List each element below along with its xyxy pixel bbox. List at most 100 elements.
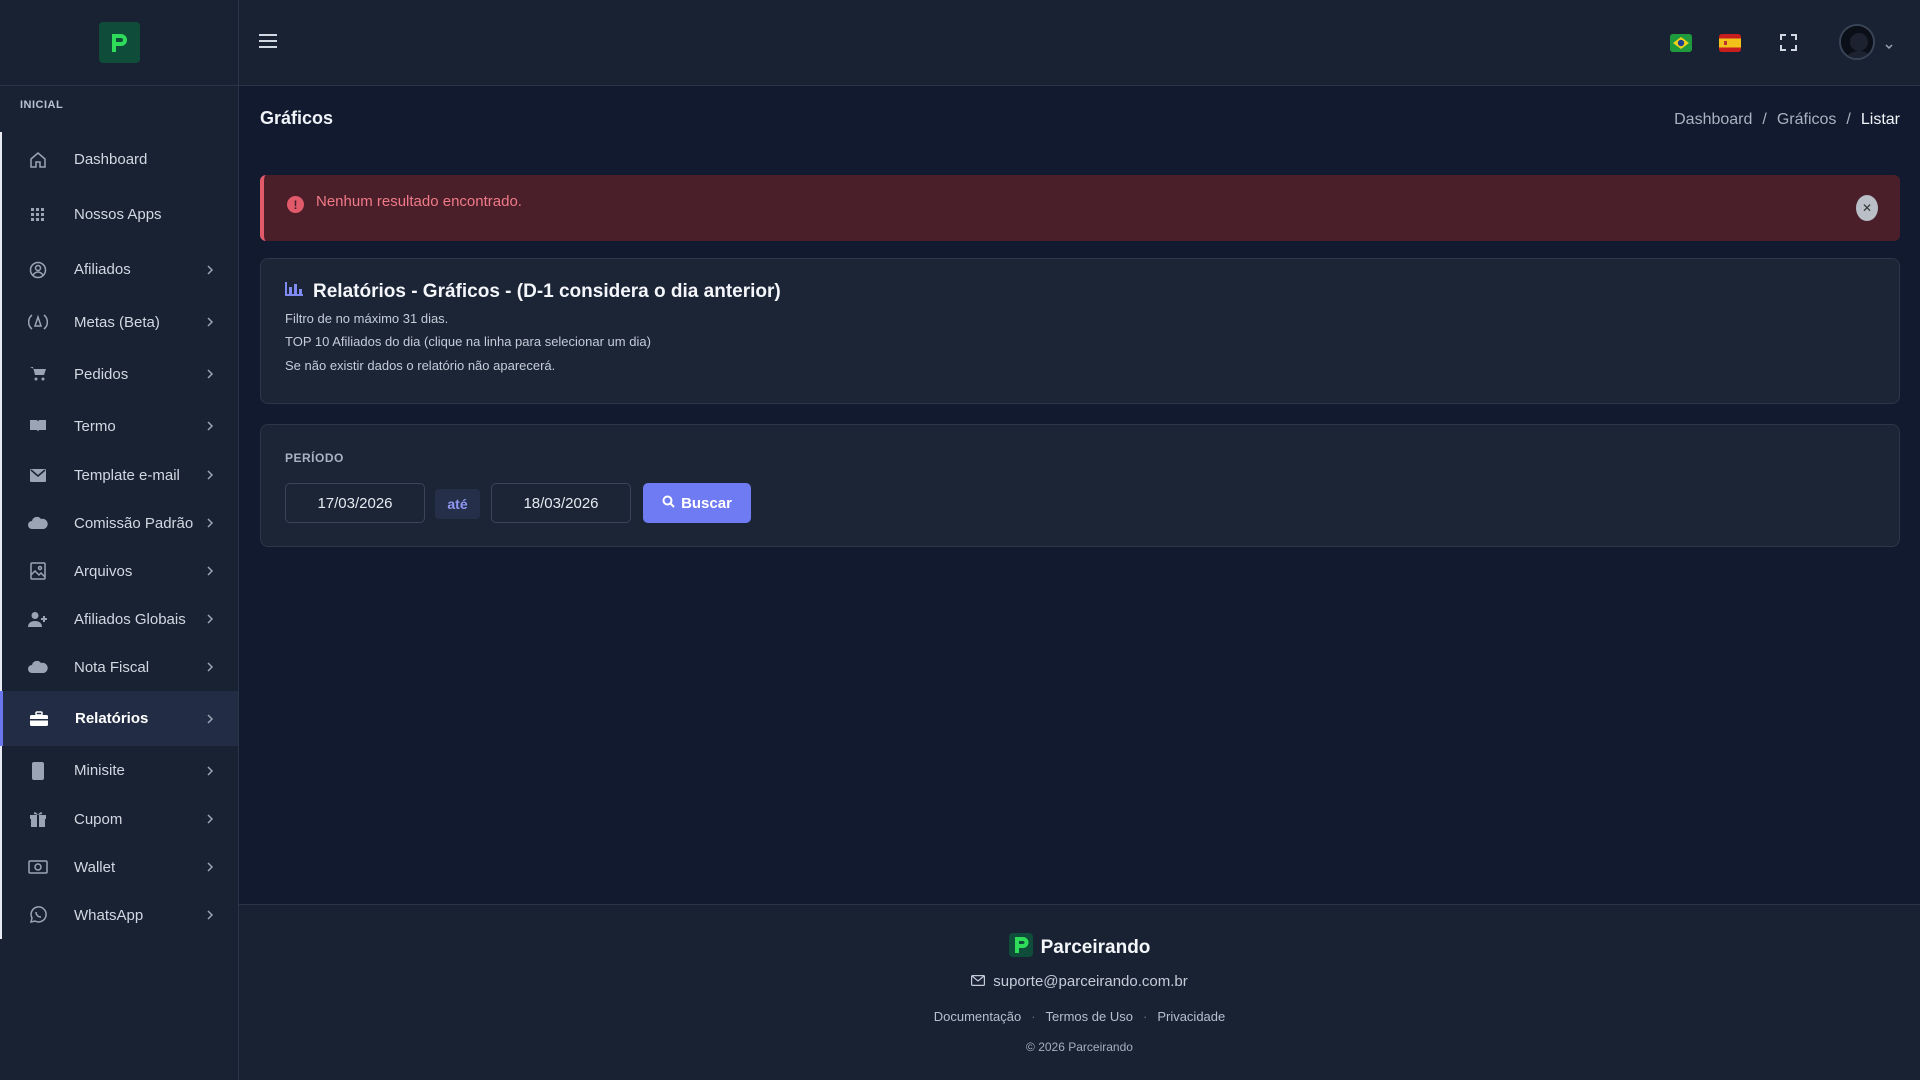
sidebar-item-afiliados-globais[interactable]: Afiliados Globais <box>0 595 238 643</box>
sidebar-item-label: Pedidos <box>74 365 129 383</box>
apps-grid-icon <box>28 205 48 225</box>
sidebar-item-pedidos[interactable]: Pedidos <box>0 347 238 401</box>
link-privacidade[interactable]: Privacidade <box>1157 1009 1225 1024</box>
sidebar-item-template-e-mail[interactable]: Template e-mail <box>0 451 238 499</box>
sidebar-item-label: Relatórios <box>75 710 149 727</box>
phone-icon <box>28 761 48 781</box>
footer-links: Documentação · Termos de Uso · Privacida… <box>239 1009 1920 1024</box>
start-date-input[interactable] <box>285 483 425 523</box>
sidebar-item-label: Template e-mail <box>74 466 180 484</box>
link-termos[interactable]: Termos de Uso <box>1046 1009 1133 1024</box>
link-separator: · <box>1031 1009 1036 1024</box>
breadcrumb-separator: / <box>1846 111 1851 128</box>
sidebar-item-relat-rios[interactable]: Relatórios <box>0 691 238 746</box>
chevron-right-icon <box>206 614 216 624</box>
sidebar-item-metas-beta[interactable]: Metas (Beta) <box>0 297 238 347</box>
gift-icon <box>28 809 48 829</box>
period-label: PERÍODO <box>285 451 344 465</box>
money-icon <box>28 857 48 877</box>
error-alert: ! Nenhum resultado encontrado. ✕ <box>260 175 1900 241</box>
sidebar-item-whatsapp[interactable]: WhatsApp <box>0 891 238 939</box>
sidebar-item-nossos-apps[interactable]: Nossos Apps <box>0 187 238 242</box>
chevron-right-icon <box>206 862 216 872</box>
target-icon <box>28 312 48 332</box>
brazil-flag-icon[interactable] <box>1670 34 1692 52</box>
sidebar-item-comiss-o-padr-o[interactable]: Comissão Padrão <box>0 499 238 547</box>
book-icon <box>28 416 48 436</box>
report-info-card: Relatórios - Gráficos - (D-1 considera o… <box>260 258 1900 404</box>
spain-flag-icon[interactable] <box>1719 34 1741 52</box>
sidebar-item-cupom[interactable]: Cupom <box>0 795 238 843</box>
copyright: © 2026 Parceirando <box>1026 1040 1133 1054</box>
info-line: Se não existir dados o relatório não apa… <box>285 358 556 373</box>
chevron-right-icon <box>206 566 216 576</box>
logo-area <box>0 0 238 86</box>
chevron-right-icon <box>206 369 216 379</box>
chevron-right-icon <box>206 317 216 327</box>
page-title: Gráficos <box>260 108 334 128</box>
sidebar-item-nota-fiscal[interactable]: Nota Fiscal <box>0 643 238 691</box>
app-logo[interactable] <box>98 22 140 63</box>
close-icon[interactable]: ✕ <box>1856 195 1878 221</box>
sidebar-item-termo[interactable]: Termo <box>0 401 238 451</box>
sidebar-item-label: Termo <box>74 417 116 435</box>
end-date-input[interactable] <box>491 483 631 523</box>
email-text: suporte@parceirando.com.br <box>993 973 1188 990</box>
topbar <box>239 0 1920 86</box>
footer: Parceirando suporte@parceirando.com.br D… <box>239 904 1920 1080</box>
footer-brand: Parceirando <box>239 933 1920 963</box>
support-email[interactable]: suporte@parceirando.com.br <box>239 973 1920 990</box>
breadcrumb-current: Listar <box>1860 111 1900 128</box>
sidebar-item-label: Nossos Apps <box>74 206 162 223</box>
breadcrumb-dashboard[interactable]: Dashboard <box>1674 111 1752 129</box>
sidebar-item-label: Cupom <box>74 810 123 828</box>
sidebar-item-label: Wallet <box>74 858 116 876</box>
brand-logo-icon <box>1008 933 1033 963</box>
sidebar-item-wallet[interactable]: Wallet <box>0 843 238 891</box>
chevron-down-icon[interactable] <box>1884 38 1894 56</box>
mail-icon <box>971 973 986 990</box>
sidebar-item-label: Metas (Beta) <box>74 313 160 331</box>
breadcrumb-graficos[interactable]: Gráficos <box>1777 111 1837 129</box>
sidebar-nav: Dashboard Nossos Apps Afiliados Metas (Beta… <box>0 132 238 939</box>
sidebar-item-arquivos[interactable]: Arquivos <box>0 547 238 595</box>
sidebar-item-dashboard[interactable]: Dashboard <box>0 132 238 187</box>
mail-icon <box>28 465 48 485</box>
menu-toggle-icon[interactable] <box>259 34 277 48</box>
whatsapp-icon <box>28 905 48 925</box>
chevron-right-icon <box>206 421 216 431</box>
report-title: Relatórios - Gráficos - (D-1 considera o… <box>285 281 781 303</box>
sidebar-item-minisite[interactable]: Minisite <box>0 746 238 795</box>
link-separator: · <box>1142 1009 1148 1024</box>
user-avatar[interactable] <box>1839 24 1875 60</box>
link-documentacao[interactable]: Documentação <box>934 1009 1021 1024</box>
date-separator: até <box>435 489 480 519</box>
sidebar-item-label: Nota Fiscal <box>74 658 150 676</box>
chevron-right-icon <box>206 910 216 920</box>
sidebar: INICIAL Dashboard Nossos Apps Afiliados Met… <box>0 0 239 1080</box>
search-icon <box>662 495 675 512</box>
breadcrumb: Dashboard / Gráficos / Listar <box>1674 111 1900 129</box>
search-button[interactable]: Buscar <box>643 483 751 523</box>
breadcrumb-separator: / <box>1762 111 1767 128</box>
info-line: Filtro de no máximo 31 dias. <box>285 311 449 326</box>
briefcase-icon <box>29 709 49 729</box>
chevron-right-icon <box>206 662 216 672</box>
sidebar-item-label: Afiliados Globais <box>74 610 186 628</box>
period-filter-card: PERÍODO até Buscar <box>260 424 1900 547</box>
sidebar-item-afiliados[interactable]: Afiliados <box>0 242 238 297</box>
search-button-label: Buscar <box>681 494 732 512</box>
sidebar-section-title: INICIAL <box>20 99 64 111</box>
fullscreen-icon[interactable] <box>1780 34 1797 51</box>
user-circle-icon <box>28 260 48 280</box>
cloud-icon <box>28 657 48 677</box>
user-plus-icon <box>28 609 48 629</box>
sidebar-item-label: Arquivos <box>74 562 133 580</box>
brand-name: Parceirando <box>1040 937 1151 958</box>
sidebar-item-label: Comissão Padrão <box>74 514 194 532</box>
sidebar-item-label: Dashboard <box>74 151 148 168</box>
sidebar-item-label: Afiliados <box>74 261 131 278</box>
alert-circle-icon: ! <box>287 196 304 213</box>
home-icon <box>28 150 48 170</box>
bar-chart-icon <box>285 281 303 303</box>
